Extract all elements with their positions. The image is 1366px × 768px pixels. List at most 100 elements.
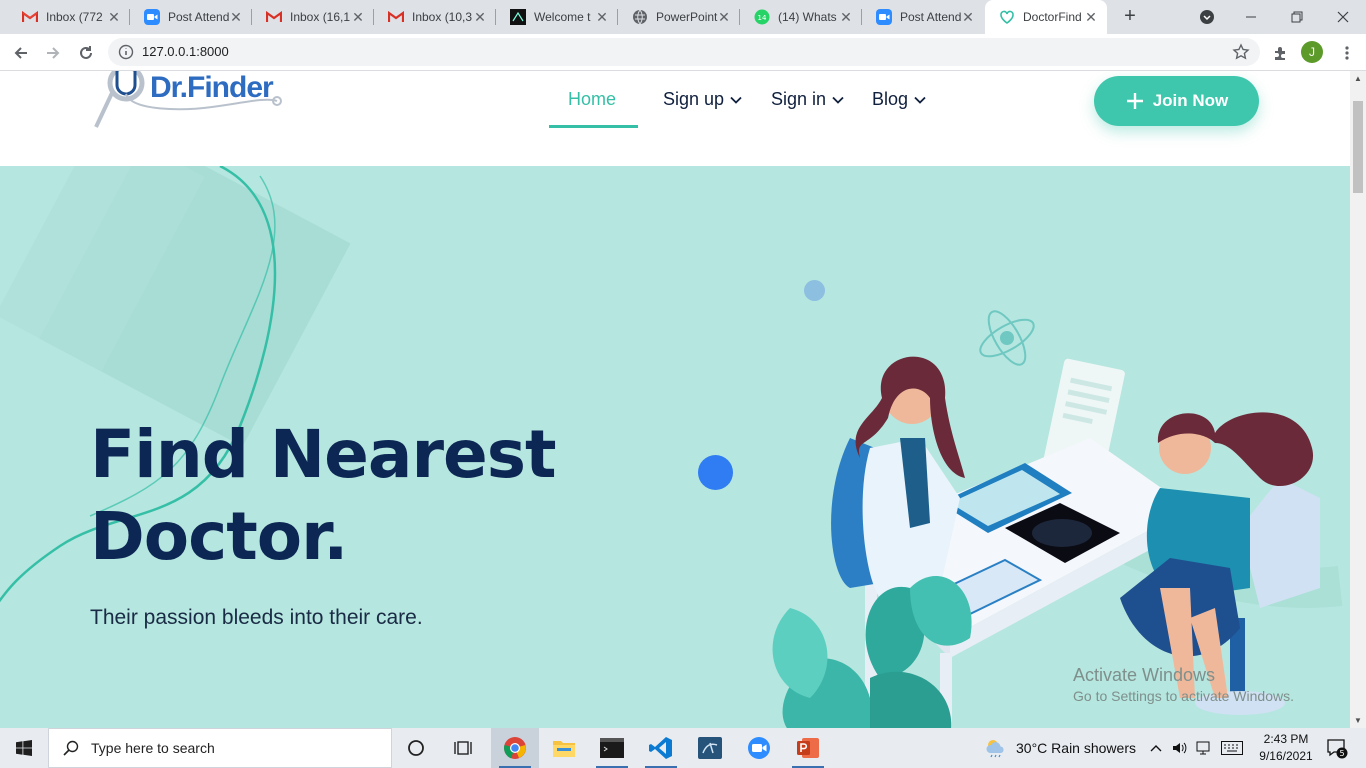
join-now-button[interactable]: Join Now <box>1094 76 1259 126</box>
close-tab-icon[interactable]: ✕ <box>106 9 122 25</box>
hero-title-line2: Doctor. <box>90 498 348 575</box>
address-bar[interactable]: 127.0.0.1:8000 <box>108 38 1260 66</box>
bookmark-star-icon[interactable] <box>1232 43 1250 66</box>
cortana-icon[interactable] <box>392 728 440 768</box>
speaker-icon[interactable] <box>1172 728 1188 768</box>
keyboard-icon[interactable] <box>1221 728 1243 768</box>
browser-tab[interactable]: Inbox (772 ✕ <box>8 0 130 34</box>
globe-icon <box>632 9 648 25</box>
close-tab-icon[interactable]: ✕ <box>838 9 854 25</box>
restore-button[interactable] <box>1274 0 1320 34</box>
decorative-dot <box>698 455 733 490</box>
taskbar-search-box[interactable]: Type here to search <box>48 728 392 768</box>
tab-title: (14) Whats <box>778 10 837 24</box>
close-window-button[interactable] <box>1320 0 1366 34</box>
weather-text: 30°C Rain showers <box>1016 740 1136 756</box>
nav-home-label: Home <box>568 89 617 109</box>
gmail-icon <box>388 9 404 25</box>
notification-center-button[interactable]: 5 <box>1322 728 1352 768</box>
activate-windows-title: Activate Windows <box>1073 665 1216 685</box>
nav-blog[interactable]: Blog <box>872 89 926 110</box>
site-icon <box>510 9 526 25</box>
chrome-taskbar-icon[interactable] <box>491 728 539 768</box>
file-explorer-icon[interactable] <box>540 728 588 768</box>
browser-tab[interactable]: Welcome t ✕ <box>496 0 618 34</box>
join-now-label: Join Now <box>1152 91 1229 110</box>
powerpoint-icon[interactable] <box>784 728 832 768</box>
doctor-consultation-illustration <box>772 310 1320 728</box>
terminal-icon[interactable] <box>588 728 636 768</box>
hero-title: Find Nearest Doctor. <box>90 414 690 578</box>
chevron-down-icon <box>730 96 742 104</box>
rain-cloud-icon <box>986 740 1004 758</box>
scrollbar-thumb[interactable] <box>1353 101 1363 193</box>
page-scrollbar[interactable]: ▲ ▼ <box>1350 71 1366 728</box>
windows-start-button[interactable] <box>0 728 48 768</box>
forward-button[interactable] <box>40 40 66 66</box>
close-tab-icon[interactable]: ✕ <box>716 9 732 25</box>
nav-home[interactable]: Home <box>568 89 616 110</box>
scroll-up-arrow-icon[interactable]: ▲ <box>1354 74 1362 83</box>
site-header: Dr.Finder Home Sign up Sign in Blog Join… <box>0 71 1350 166</box>
network-icon[interactable] <box>1196 728 1212 768</box>
nav-sign-in[interactable]: Sign in <box>771 89 844 110</box>
hero-subtitle: Their passion bleeds into their care. <box>90 606 423 629</box>
logo-text: Dr.Finder <box>150 71 274 104</box>
mysql-workbench-icon[interactable] <box>686 728 734 768</box>
close-tab-icon[interactable]: ✕ <box>472 9 488 25</box>
browser-menu-icon[interactable] <box>1334 40 1360 66</box>
close-tab-icon[interactable]: ✕ <box>960 9 976 25</box>
system-clock[interactable]: 2:43 PM 9/16/2021 <box>1250 731 1322 765</box>
browser-tab[interactable]: Inbox (16,1 ✕ <box>252 0 374 34</box>
url-text: 127.0.0.1:8000 <box>142 44 229 59</box>
browser-tab[interactable]: Post Attend ✕ <box>130 0 252 34</box>
close-tab-icon[interactable]: ✕ <box>1083 9 1099 25</box>
activate-windows-subtitle: Go to Settings to activate Windows. <box>1073 688 1294 704</box>
nav-sign-up[interactable]: Sign up <box>663 89 742 110</box>
info-icon[interactable] <box>118 44 134 65</box>
weather-widget[interactable]: 30°C Rain showers <box>984 728 1136 768</box>
vscode-icon[interactable] <box>637 728 685 768</box>
whatsapp-icon: 14 <box>754 9 770 25</box>
reload-button[interactable] <box>73 40 99 66</box>
close-tab-icon[interactable]: ✕ <box>350 9 366 25</box>
svg-text:5: 5 <box>1339 749 1344 758</box>
profile-avatar[interactable]: J <box>1301 41 1323 63</box>
nav-sign-up-label: Sign up <box>663 89 725 109</box>
extensions-icon[interactable] <box>1267 40 1293 66</box>
scroll-down-arrow-icon[interactable]: ▼ <box>1354 716 1362 725</box>
hero-title-line1: Find Nearest <box>90 416 557 493</box>
browser-tab[interactable]: Post Attend ✕ <box>862 0 984 34</box>
tab-title: Post Attend <box>168 10 230 24</box>
clock-time: 2:43 PM <box>1263 732 1309 746</box>
browser-tab-strip: Inbox (772 ✕ Post Attend ✕ Inbox (16,1 ✕… <box>0 0 1366 34</box>
tab-title: Inbox (10,3 <box>412 10 473 24</box>
tab-title: Inbox (772 <box>46 10 103 24</box>
close-tab-icon[interactable]: ✕ <box>228 9 244 25</box>
doctorfinder-icon <box>999 9 1015 25</box>
new-tab-button[interactable]: + <box>1118 5 1142 29</box>
back-button[interactable] <box>8 40 34 66</box>
tab-title: Welcome t <box>534 10 591 24</box>
show-hidden-icons-chevron-icon[interactable] <box>1150 728 1162 768</box>
taskbar-search-placeholder: Type here to search <box>91 740 215 756</box>
task-view-icon[interactable] <box>440 728 488 768</box>
close-tab-icon[interactable]: ✕ <box>594 9 610 25</box>
gmail-icon <box>22 9 38 25</box>
search-icon <box>63 740 79 756</box>
browser-tab[interactable]: PowerPoint ✕ <box>618 0 740 34</box>
zoom-taskbar-icon[interactable] <box>735 728 783 768</box>
zoom-icon <box>876 9 892 25</box>
tab-title: Inbox (16,1 <box>290 10 351 24</box>
browser-tab[interactable]: 14 (14) Whats ✕ <box>740 0 862 34</box>
site-logo[interactable]: Dr.Finder <box>92 71 284 133</box>
nav-active-underline <box>549 125 638 128</box>
browser-tab-active[interactable]: DoctorFind ✕ <box>985 0 1107 34</box>
chevron-down-icon <box>832 96 844 104</box>
minimize-button[interactable] <box>1228 0 1274 34</box>
tab-title: DoctorFind <box>1023 10 1082 24</box>
page-viewport: Dr.Finder Home Sign up Sign in Blog Join… <box>0 71 1350 728</box>
tab-search-icon[interactable] <box>1184 0 1230 34</box>
browser-toolbar: 127.0.0.1:8000 J <box>0 34 1366 71</box>
browser-tab[interactable]: Inbox (10,3 ✕ <box>374 0 496 34</box>
